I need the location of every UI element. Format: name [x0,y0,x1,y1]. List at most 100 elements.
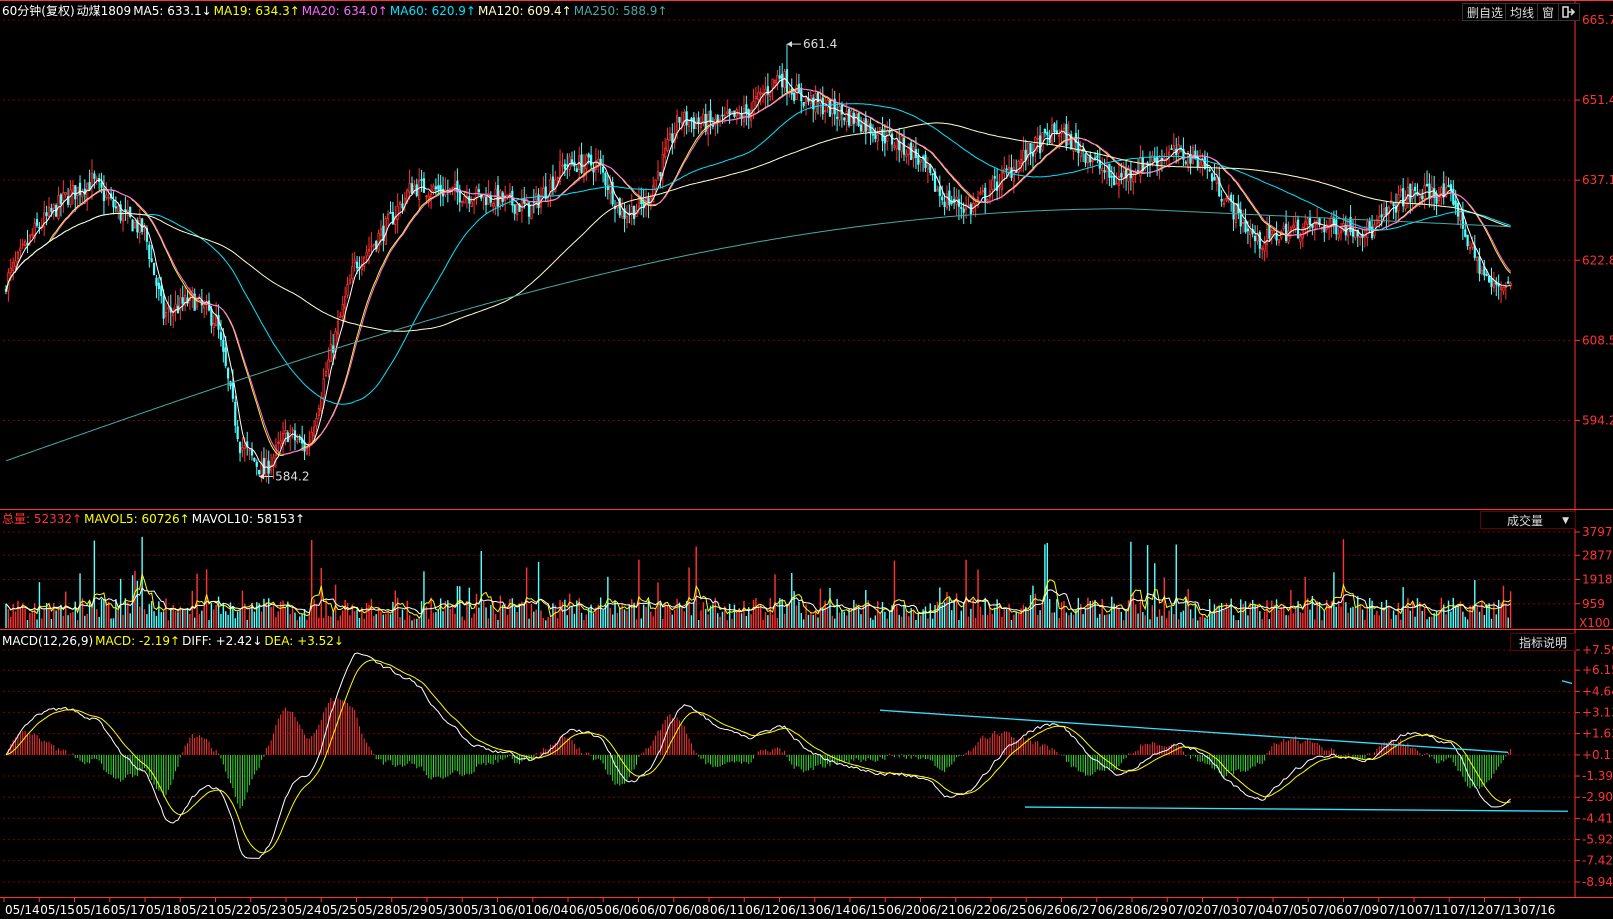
candle-body [836,116,839,119]
volume-bar [263,598,265,628]
candle-body [1502,286,1505,292]
volume-bar [1474,580,1476,628]
indicator-info-button[interactable]: 指标说明 [1510,633,1576,651]
kline-chart[interactable]: 665.7 651.4 637.1 622.8 608.5 594.2 661.4 584.2… [0,0,1613,919]
volume-bar [191,590,194,628]
candle-body [604,172,607,186]
price-tick-label: 622.8 [1582,253,1613,267]
volume-bar [129,613,131,628]
candle-body [1046,131,1049,136]
candle-body [1249,230,1252,235]
candle-body [434,186,438,190]
volume-bar [714,597,717,628]
volume-bar [110,618,112,628]
volume-bar [69,612,72,628]
volume-bar [731,618,733,628]
volume-bar [989,606,991,628]
volume-bar [869,617,872,628]
volume-bar [881,601,884,628]
candle-body [1409,183,1412,203]
volume-selector[interactable]: 成交量 ▼ [1480,511,1576,529]
volume-bar [1256,605,1259,628]
volume-bar [1001,616,1003,628]
candle-body [1017,160,1020,173]
volume-bar [1380,601,1383,628]
candle-body [1268,225,1271,239]
candle-body [1120,173,1123,178]
candle-body [231,382,235,399]
volume-bar [408,615,411,628]
volume-bar [888,611,891,628]
volume-bar [148,604,151,628]
volume-bar [1070,612,1072,628]
volume-bar [155,615,158,628]
volume-bar [55,610,57,628]
volume-bar [838,612,841,628]
volume-bar [203,605,205,628]
volume-bar [1266,600,1268,628]
candle-body [1428,183,1431,200]
macd-tick-label: +7.59 [1582,643,1613,657]
candle-body [1308,217,1312,225]
volume-bar [1211,614,1213,628]
candle-body [671,133,674,143]
candle-body [315,417,318,427]
volume-bar [1022,604,1025,628]
volume-bar [822,607,824,628]
window-button[interactable]: 窗 [1537,3,1560,21]
volume-bar [896,606,898,628]
candle-body [621,211,624,218]
candle-body [1134,172,1137,175]
volume-bar [76,620,79,628]
volume-bar [136,580,139,628]
volume-bar [1263,611,1266,628]
volume-bar [282,600,284,628]
volume-bar [100,599,103,628]
candle-body [570,159,574,164]
volume-bar [146,614,148,628]
price-header-item-2: MA5: 633.1↓ [133,4,212,18]
volume-bar [182,609,184,628]
macd-tick-label: -8.94 [1582,875,1613,889]
candle-body [845,111,848,122]
volume-bar [1111,596,1113,628]
candle-body [463,195,466,204]
volume-bar [10,616,12,628]
remove-favorite-button[interactable]: 删自选 [1462,3,1509,21]
volume-bar [1053,612,1056,628]
candle-body [236,426,239,440]
date-tick-label: 06/28 [1098,903,1133,917]
volume-bar [874,615,877,628]
exit-icon[interactable] [1558,3,1580,21]
candle-body [379,228,383,236]
candle-body [38,226,41,229]
volume-bar [521,601,523,628]
candle-body [678,116,681,123]
volume-bar [762,619,764,628]
volume-bar [1137,613,1139,628]
candle-body [148,244,151,260]
volume-bar [454,613,456,628]
volume-bar [139,606,141,628]
candle-body [305,447,309,455]
volume-bar [193,617,196,628]
volume-bar [1302,613,1304,628]
candle-body [874,131,877,139]
volume-bar [442,611,444,628]
volume-bar [812,614,814,628]
candle-body [1031,153,1035,157]
volume-bar [1435,610,1438,628]
candle-body [181,297,184,304]
candle-body [291,429,294,432]
volume-bar [979,606,982,628]
volume-bar [977,569,979,628]
volume-bar [1426,619,1428,628]
candle-body [250,449,254,456]
candle-body [759,92,762,95]
moving-average-button[interactable]: 均线 [1505,3,1540,21]
volume-bar [432,612,435,628]
candle-body [1468,247,1472,250]
volume-bar [246,619,248,628]
date-tick-label: 05/21 [181,903,216,917]
date-tick-label: 05/31 [463,903,498,917]
